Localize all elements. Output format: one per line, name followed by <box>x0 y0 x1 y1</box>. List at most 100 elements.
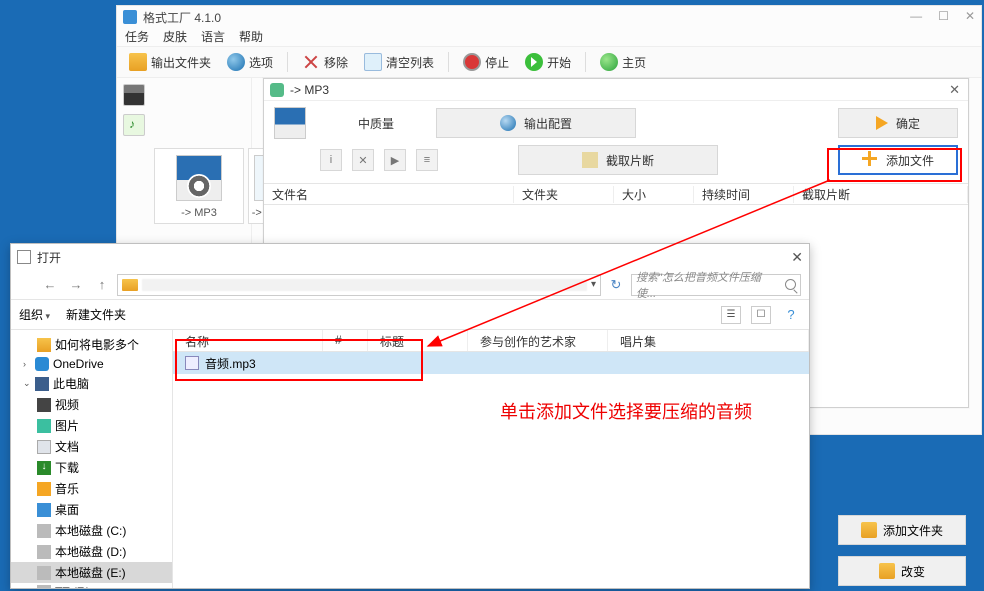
music-icon <box>37 482 51 496</box>
nav-disk-e[interactable]: 本地磁盘 (E:) <box>11 562 172 583</box>
dialog-icon <box>17 250 31 264</box>
file-name: 音频.mp3 <box>205 355 256 372</box>
window-title: 格式工厂 4.1.0 <box>143 9 221 26</box>
file-list-header: 文件名 文件夹 大小 持续时间 截取片断 <box>264 183 968 205</box>
nav-folder[interactable]: 如何将电影多个 <box>11 334 172 355</box>
audio-file-icon <box>185 356 199 370</box>
nav-tree: 如何将电影多个 ›OneDrive ⌄此电脑 视频 图片 文档 下载 音乐 桌面… <box>11 330 173 588</box>
downloads-icon <box>37 461 51 475</box>
refresh-button[interactable]: ↻ <box>605 277 627 293</box>
stop-button[interactable]: 停止 <box>457 51 515 73</box>
minimize-button[interactable]: — <box>910 9 922 23</box>
separator <box>287 52 288 72</box>
audio-category-icon[interactable] <box>123 114 145 136</box>
video-category-icon[interactable] <box>123 84 145 106</box>
film-icon <box>582 152 598 168</box>
ff-titlebar: 格式工厂 4.1.0 — ☐ ✕ <box>117 6 981 28</box>
col-duration[interactable]: 持续时间 <box>694 186 794 203</box>
dialog-title: 打开 <box>37 249 61 266</box>
nav-downloads[interactable]: 下载 <box>11 457 172 478</box>
change-button[interactable]: 改变 <box>838 556 966 586</box>
add-file-button[interactable]: 添加文件 <box>838 145 958 175</box>
folder-icon <box>122 279 138 291</box>
menu-help[interactable]: 帮助 <box>239 28 263 46</box>
col-title[interactable]: 标题 <box>368 330 468 351</box>
maximize-button[interactable]: ☐ <box>938 9 949 23</box>
format-cell-mp3[interactable]: -> MP3 <box>154 148 244 224</box>
address-bar: ← → ↑ ▾ ↻ 搜索"怎么把音频文件压缩使... <box>11 270 809 300</box>
clip-button[interactable]: 截取片断 <box>518 145 718 175</box>
dialog-titlebar: -> MP3 ✕ <box>264 79 968 101</box>
col-num[interactable]: # <box>323 330 368 351</box>
col-folder[interactable]: 文件夹 <box>514 186 614 203</box>
nav-this-pc[interactable]: ⌄此电脑 <box>11 373 172 394</box>
preview-pane-button[interactable]: ☐ <box>751 306 771 324</box>
plus-icon <box>862 152 878 168</box>
separator <box>585 52 586 72</box>
nav-onedrive[interactable]: ›OneDrive <box>11 355 172 373</box>
nav-videos[interactable]: 视频 <box>11 394 172 415</box>
nav-pictures[interactable]: 图片 <box>11 415 172 436</box>
top-bar: 中质量 输出配置 确定 <box>264 101 968 145</box>
col-clip[interactable]: 截取片断 <box>794 186 968 203</box>
second-bar: i ✕ ▶ ≡ 截取片断 添加文件 <box>264 145 968 183</box>
nav-disk-c[interactable]: 本地磁盘 (C:) <box>11 520 172 541</box>
output-folder-button[interactable]: 输出文件夹 <box>123 51 217 73</box>
pc-icon <box>35 377 49 391</box>
options-button[interactable]: 选项 <box>221 51 279 73</box>
nav-disk-f[interactable]: TT (F.) <box>11 583 172 588</box>
nav-fwd-button[interactable]: → <box>65 274 87 296</box>
menu-lang[interactable]: 语言 <box>201 28 225 46</box>
start-button[interactable]: 开始 <box>519 51 577 73</box>
search-placeholder: 搜索"怎么把音频文件压缩使... <box>636 269 781 301</box>
list-button[interactable]: ≡ <box>416 149 438 171</box>
path-field[interactable]: ▾ <box>117 274 601 296</box>
play-button[interactable]: ▶ <box>384 149 406 171</box>
nav-back-button[interactable]: ← <box>39 274 61 296</box>
help-button[interactable]: ? <box>781 306 801 324</box>
ok-button[interactable]: 确定 <box>838 108 958 138</box>
home-button[interactable]: 主页 <box>594 51 652 73</box>
menu-skin[interactable]: 皮肤 <box>163 28 187 46</box>
nav-disk-d[interactable]: 本地磁盘 (D:) <box>11 541 172 562</box>
nav-documents[interactable]: 文档 <box>11 436 172 457</box>
search-icon <box>785 279 796 290</box>
remove-button[interactable]: 移除 <box>296 51 354 73</box>
window-controls: — ☐ ✕ <box>910 9 975 23</box>
folder-icon <box>129 53 147 71</box>
remove-icon <box>302 53 320 71</box>
view-mode-button[interactable]: ☰ <box>721 306 741 324</box>
disk-icon <box>37 585 51 588</box>
nav-music[interactable]: 音乐 <box>11 478 172 499</box>
organize-menu[interactable]: 组织 <box>19 306 50 323</box>
delete-button[interactable]: ✕ <box>352 149 374 171</box>
close-button[interactable]: ✕ <box>949 82 960 98</box>
add-folder-button[interactable]: 添加文件夹 <box>838 515 966 545</box>
close-button[interactable]: ✕ <box>791 249 803 266</box>
annotation-text: 单击添加文件选择要压缩的音频 <box>500 398 752 424</box>
file-list: 名称 # 标题 参与创作的艺术家 唱片集 音频.mp3 <box>173 330 809 588</box>
home-icon <box>600 53 618 71</box>
col-album[interactable]: 唱片集 <box>608 330 809 351</box>
output-config-button[interactable]: 输出配置 <box>436 108 636 138</box>
info-button[interactable]: i <box>320 149 342 171</box>
mp3-thumb-icon <box>274 107 306 139</box>
menu-tasks[interactable]: 任务 <box>125 28 149 46</box>
col-artists[interactable]: 参与创作的艺术家 <box>468 330 608 351</box>
nav-up-button[interactable]: ↑ <box>91 274 113 296</box>
separator <box>448 52 449 72</box>
clear-list-button[interactable]: 清空列表 <box>358 51 440 73</box>
close-button[interactable]: ✕ <box>965 9 975 23</box>
search-input[interactable]: 搜索"怎么把音频文件压缩使... <box>631 274 801 296</box>
col-size[interactable]: 大小 <box>614 186 694 203</box>
disk-icon <box>37 524 51 538</box>
new-folder-button[interactable]: 新建文件夹 <box>66 306 126 323</box>
play-icon <box>525 53 543 71</box>
nav-desktop[interactable]: 桌面 <box>11 499 172 520</box>
col-name[interactable]: 名称 <box>173 330 323 351</box>
disk-icon <box>37 566 51 580</box>
folder-icon <box>37 338 51 352</box>
path-dropdown-icon[interactable]: ▾ <box>591 279 596 290</box>
file-row[interactable]: 音频.mp3 <box>173 352 809 374</box>
col-filename[interactable]: 文件名 <box>264 186 514 203</box>
